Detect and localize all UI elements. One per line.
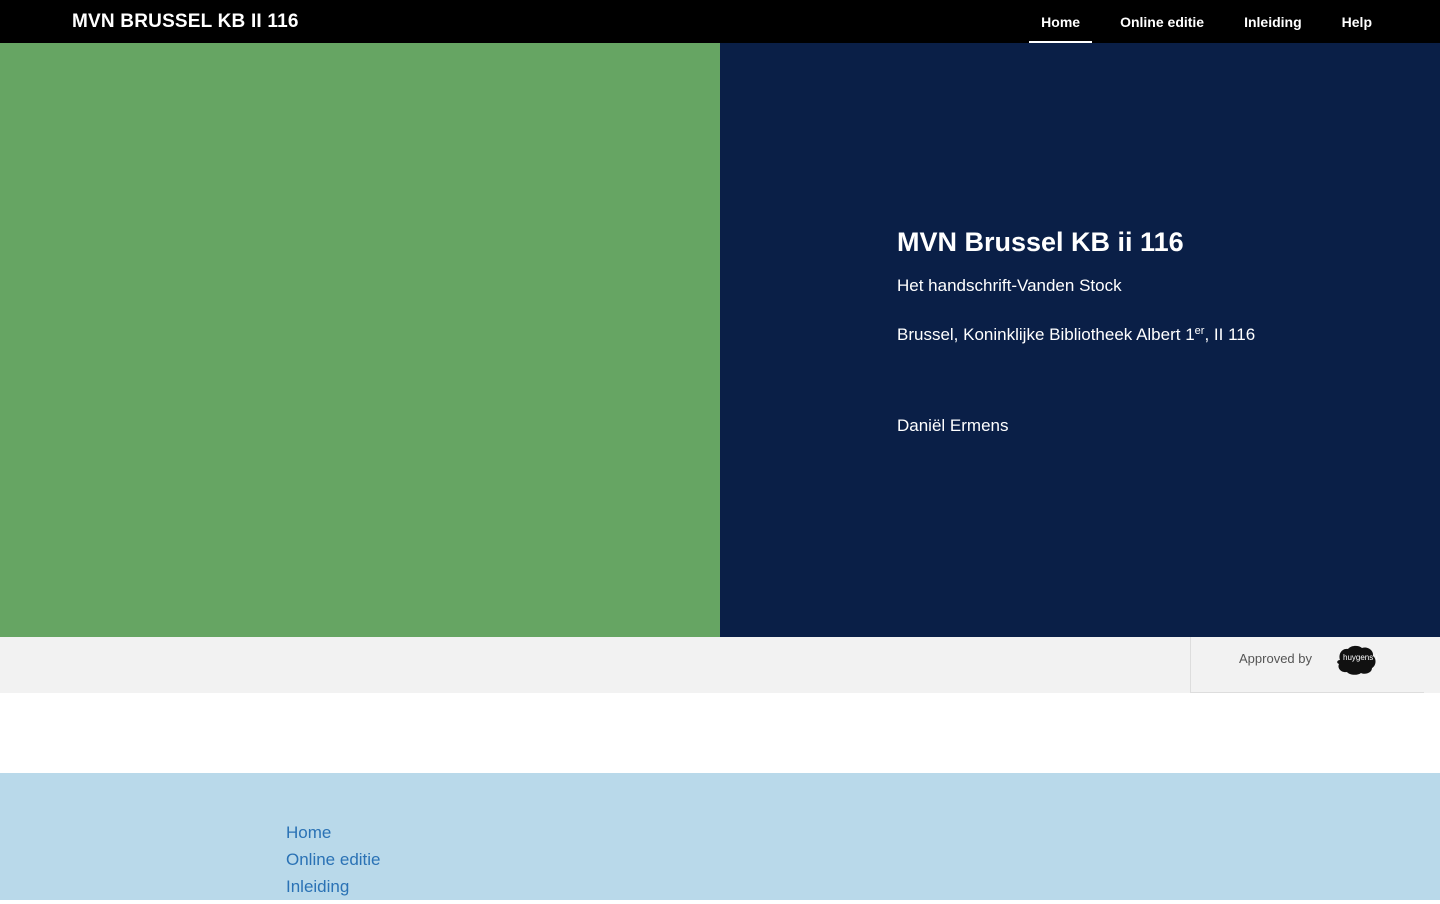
footer-links: Home Online editie Inleiding — [286, 823, 381, 904]
approved-strip: Approved by huygens ing — [0, 637, 1440, 693]
footer-link-item: Online editie — [286, 850, 381, 877]
approved-by-box: Approved by huygens ing — [1190, 637, 1424, 693]
footer-link-item: Home — [286, 823, 381, 850]
site-footer: Home Online editie Inleiding — [0, 773, 1440, 900]
nav-item-online-editie[interactable]: Online editie — [1108, 0, 1216, 43]
page-subtitle: Het handschrift-Vanden Stock — [897, 276, 1122, 295]
approved-by-label: Approved by — [1239, 651, 1312, 666]
nav-item-inleiding[interactable]: Inleiding — [1232, 0, 1314, 43]
location-superscript: er — [1194, 325, 1205, 337]
footer-link-inleiding[interactable]: Inleiding — [286, 877, 349, 896]
footer-link-home[interactable]: Home — [286, 823, 331, 842]
main-nav: Home Online editie Inleiding Help — [1013, 0, 1384, 43]
nav-item-help[interactable]: Help — [1330, 0, 1384, 43]
footer-link-online-editie[interactable]: Online editie — [286, 850, 381, 869]
top-navbar: MVN BRUSSEL KB II 116 Home Online editie… — [0, 0, 1440, 43]
hero-image-panel — [0, 43, 720, 637]
huygens-logo-text: huygens ing — [1343, 653, 1378, 662]
hero-info-panel: MVN Brussel KB ii 116 Het handschrift-Va… — [720, 43, 1440, 637]
page-title: MVN Brussel KB ii 116 — [897, 227, 1184, 257]
huygens-logo-icon[interactable]: huygens ing — [1334, 644, 1378, 676]
nav-item-home[interactable]: Home — [1029, 0, 1092, 43]
author-name: Daniël Ermens — [897, 416, 1009, 435]
manuscript-location: Brussel, Koninklijke Bibliotheek Albert … — [897, 325, 1255, 345]
site-brand-link[interactable]: MVN BRUSSEL KB II 116 — [72, 11, 299, 33]
location-suffix: , II 116 — [1204, 325, 1256, 344]
location-prefix: Brussel, Koninklijke Bibliotheek Albert … — [897, 325, 1195, 344]
